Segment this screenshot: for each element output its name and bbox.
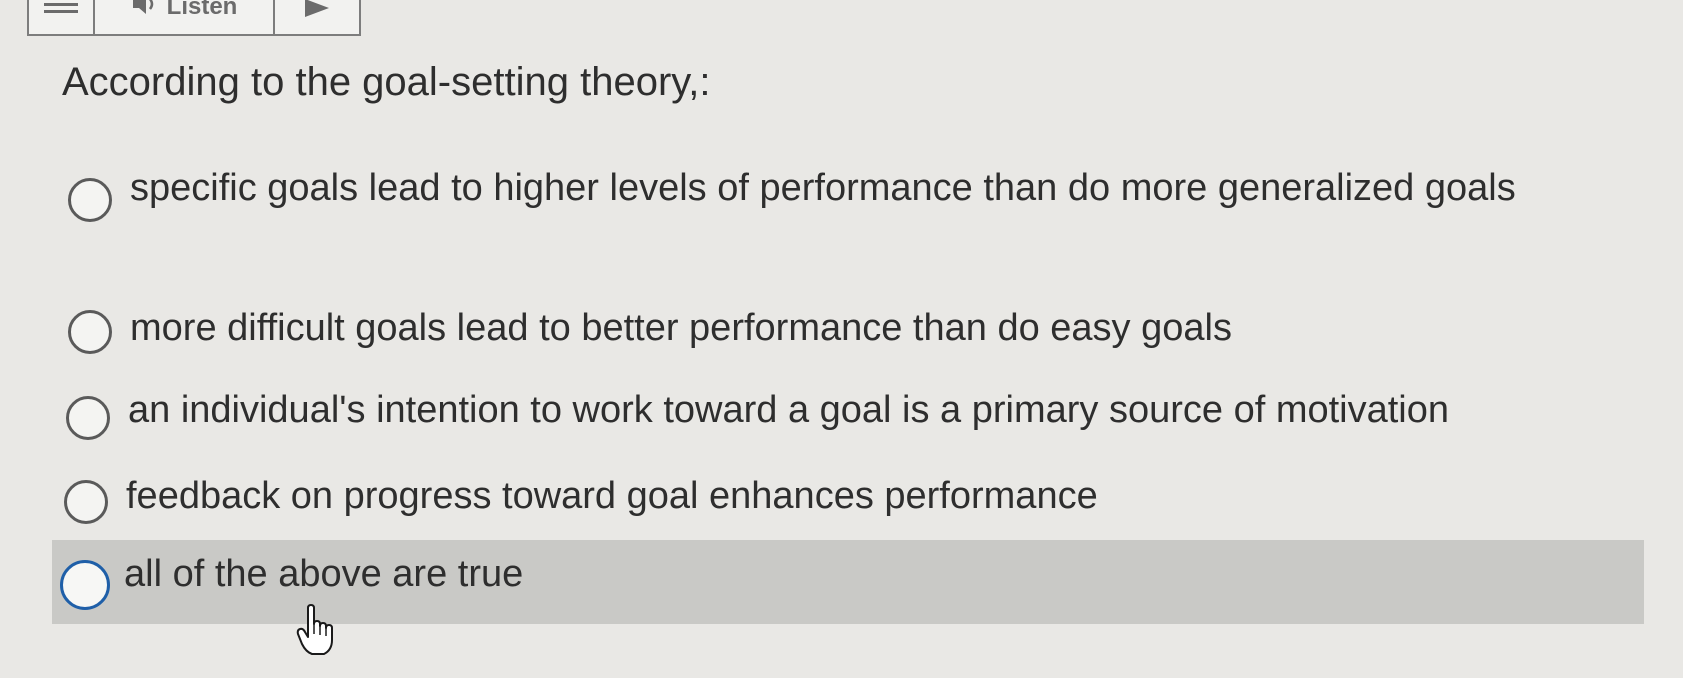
radio-button[interactable] [68,310,112,354]
option-5-hovered[interactable]: all of the above are true [52,540,1644,624]
play-icon [303,0,331,24]
option-label: more difficult goals lead to better perf… [130,307,1232,349]
question-text: According to the goal-setting theory,: [62,60,711,104]
radio-button-focused[interactable] [60,560,110,610]
option-label: all of the above are true [124,553,524,595]
listen-label: Listen [166,0,238,20]
option-label: feedback on progress toward goal enhance… [126,475,1098,517]
radio-button[interactable] [64,480,108,524]
option-2[interactable]: more difficult goals lead to better perf… [68,304,1232,356]
speaker-icon [131,0,159,22]
menu-icon [44,1,78,26]
option-label: specific goals lead to higher levels of … [130,167,1516,209]
play-button[interactable] [275,0,359,34]
listen-button[interactable]: Listen [95,0,275,34]
option-label: an individual's intention to work toward… [128,389,1450,431]
menu-button[interactable] [29,0,95,34]
option-3[interactable]: an individual's intention to work toward… [66,389,1449,440]
option-1[interactable]: specific goals lead to higher levels of … [68,160,1568,222]
option-4[interactable]: feedback on progress toward goal enhance… [64,475,1098,524]
hand-pointer-icon [296,604,336,661]
radio-button[interactable] [66,396,110,440]
radio-button[interactable] [68,178,112,222]
readspeaker-toolbar: Listen [27,0,361,36]
